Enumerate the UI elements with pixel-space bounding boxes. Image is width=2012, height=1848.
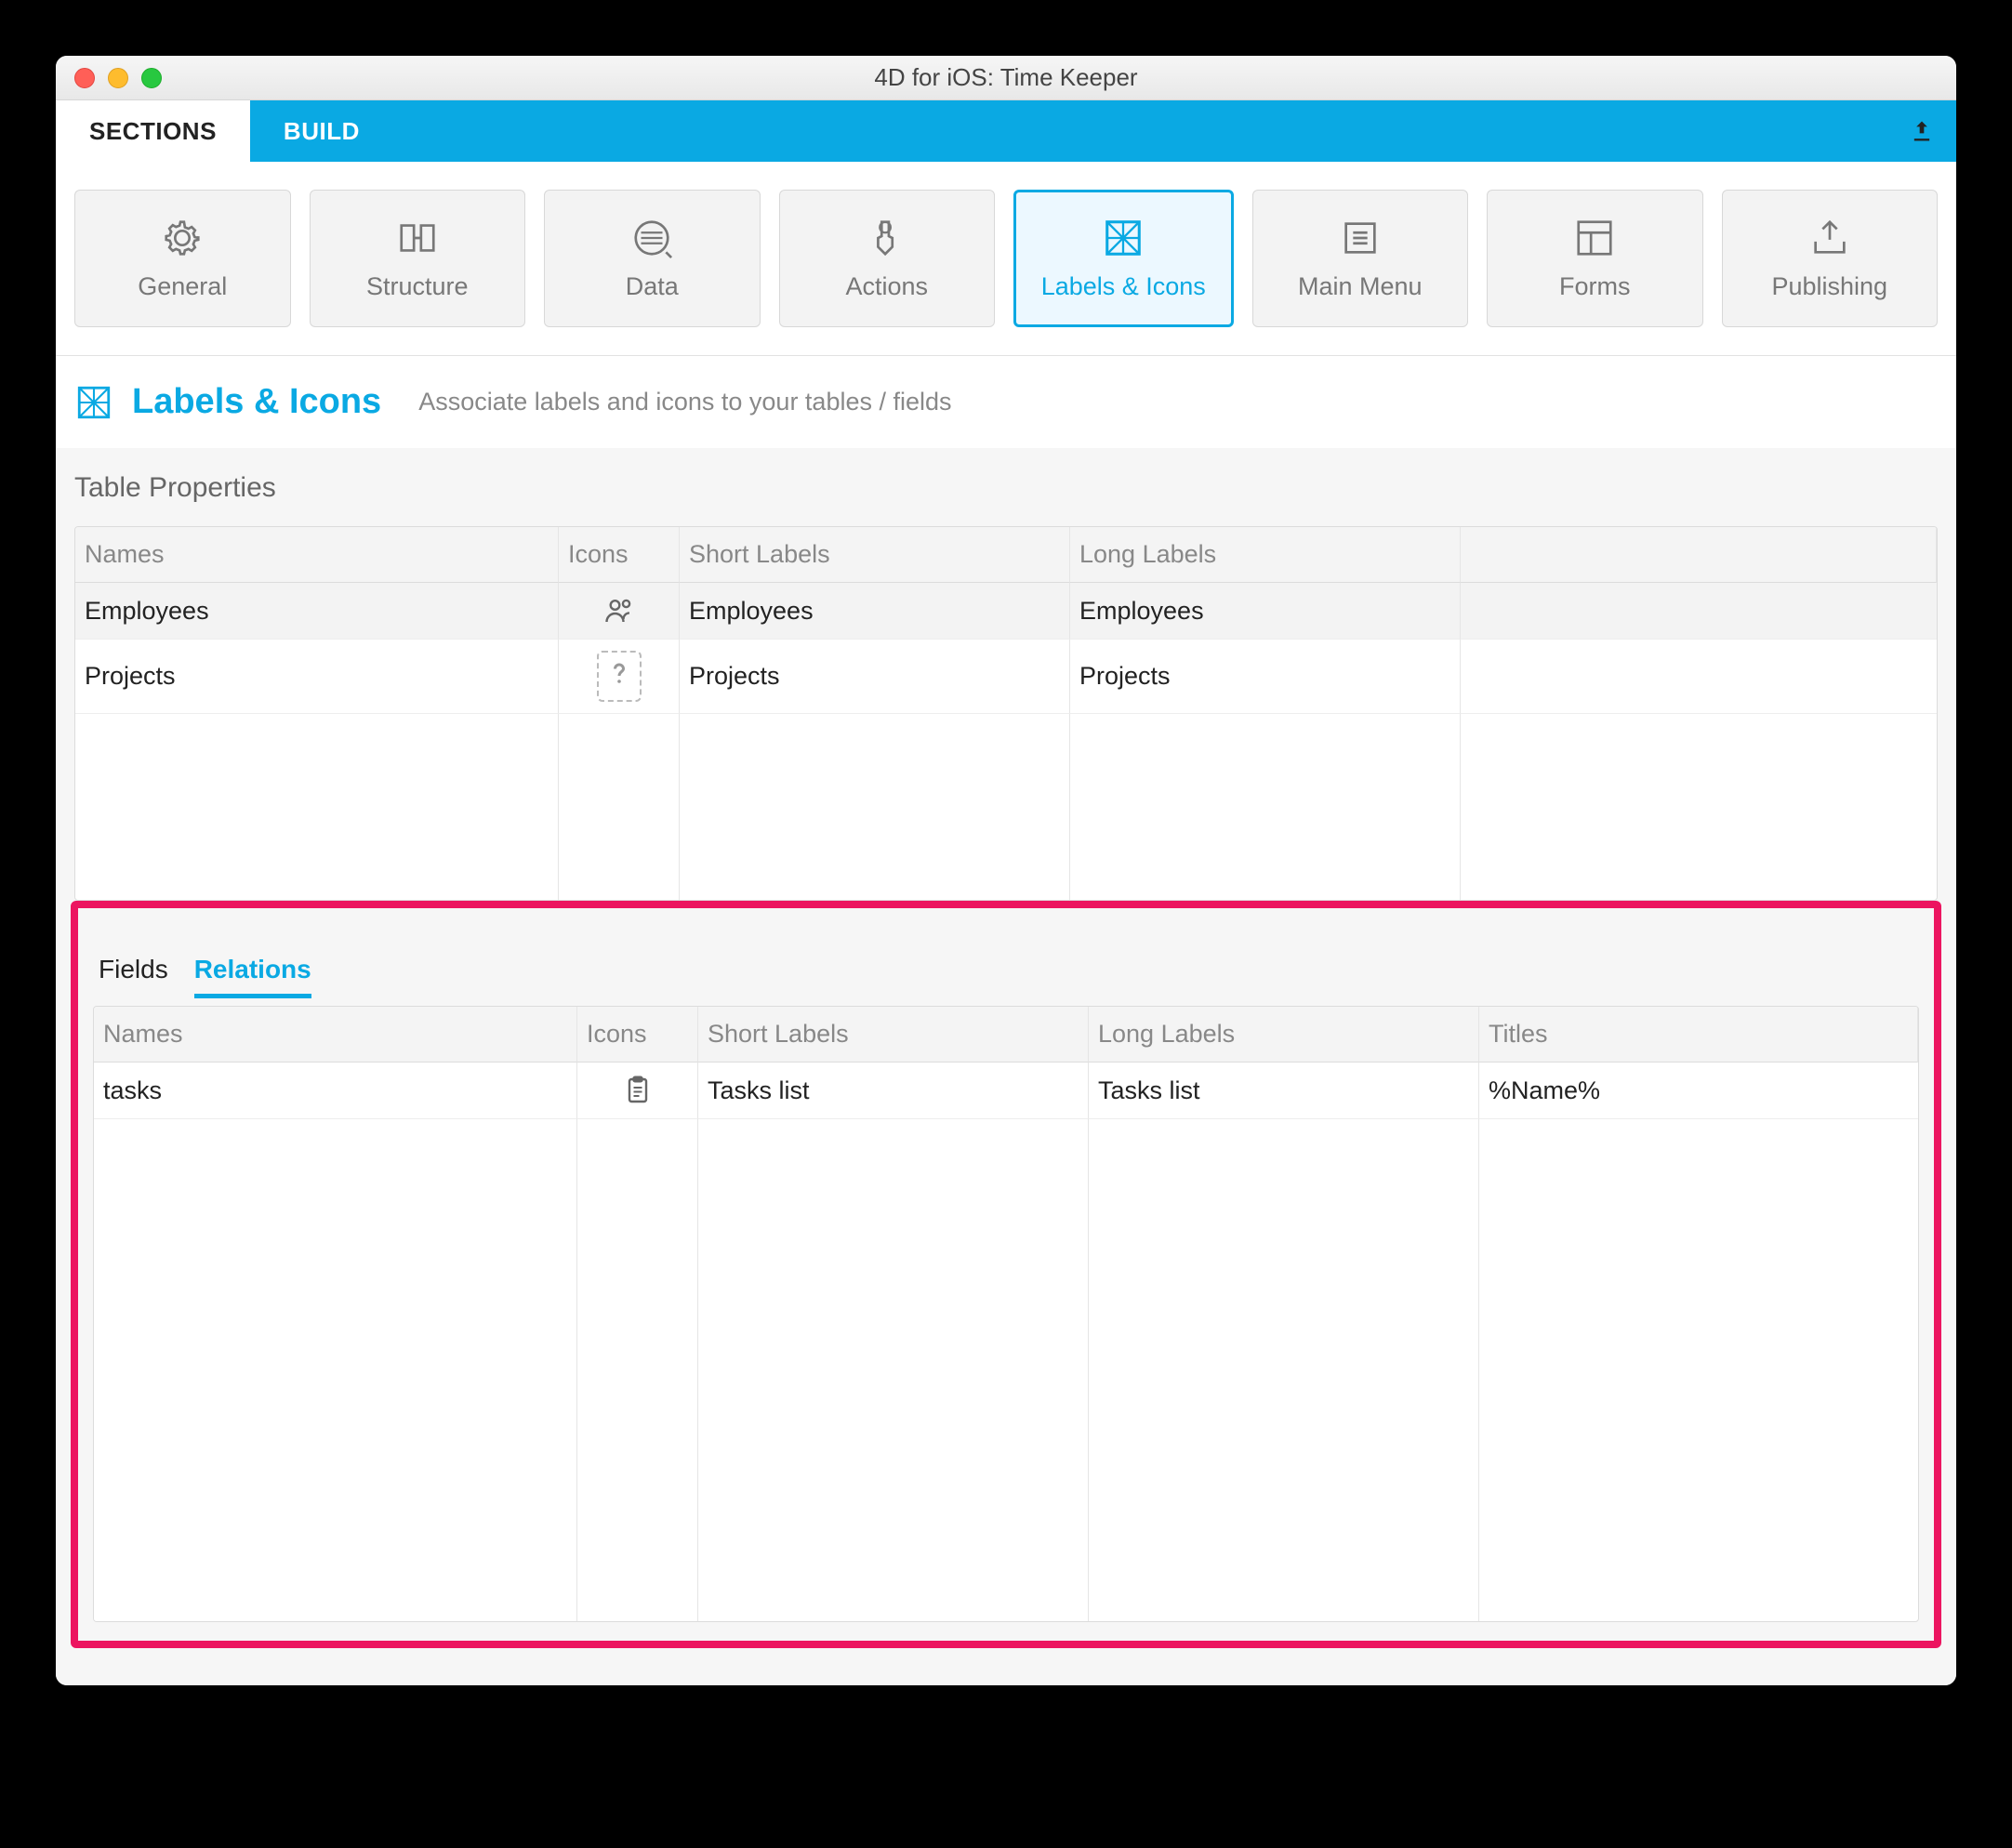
- structure-icon: [396, 217, 439, 259]
- relations-highlight: Fields Relations Names Icons Short Label…: [71, 901, 1941, 1648]
- table-row-short[interactable]: Projects: [680, 640, 1070, 714]
- col-names: Names: [75, 527, 559, 583]
- col-long: Long Labels: [1089, 1007, 1479, 1063]
- col-icons: Icons: [577, 1007, 698, 1063]
- labels-icons-icon: [74, 383, 113, 422]
- nav-label: Main Menu: [1298, 272, 1423, 301]
- main-menu-icon: [1339, 217, 1382, 259]
- section-nav: General Structure Data Actions Labels & …: [56, 162, 1956, 355]
- upload-button[interactable]: [1899, 100, 1945, 162]
- empty-cell: [1479, 1119, 1918, 1621]
- nav-label: Labels & Icons: [1041, 272, 1206, 301]
- gear-icon: [161, 217, 204, 259]
- titlebar: 4D for iOS: Time Keeper: [56, 56, 1956, 100]
- tab-sections[interactable]: SECTIONS: [56, 100, 250, 162]
- nav-label: Forms: [1559, 272, 1631, 301]
- close-button[interactable]: [74, 68, 95, 88]
- window-title: 4D for iOS: Time Keeper: [56, 63, 1956, 92]
- empty-cell: [559, 714, 680, 900]
- empty-cell: [75, 714, 559, 900]
- primary-tabbar: SECTIONS BUILD: [56, 100, 1956, 162]
- field-tabs: Fields Relations: [99, 955, 1919, 998]
- actions-icon: [866, 217, 908, 259]
- minimize-button[interactable]: [108, 68, 128, 88]
- section-title: Labels & Icons: [132, 382, 381, 422]
- nav-main-menu[interactable]: Main Menu: [1252, 190, 1469, 327]
- table-row-long[interactable]: Projects: [1070, 640, 1461, 714]
- nav-label: General: [138, 272, 227, 301]
- forms-icon: [1573, 217, 1616, 259]
- col-short: Short Labels: [698, 1007, 1089, 1063]
- relation-row-title[interactable]: %Name%: [1479, 1063, 1918, 1119]
- empty-cell: [94, 1119, 577, 1621]
- table-row-extra: [1461, 583, 1937, 640]
- nav-structure[interactable]: Structure: [310, 190, 526, 327]
- table-row-icon[interactable]: [559, 640, 680, 714]
- table-row-name[interactable]: Employees: [75, 583, 559, 640]
- nav-data[interactable]: Data: [544, 190, 761, 327]
- col-names: Names: [94, 1007, 577, 1063]
- app-window: 4D for iOS: Time Keeper SECTIONS BUILD G…: [56, 56, 1956, 1685]
- zoom-button[interactable]: [141, 68, 162, 88]
- nav-labels-icons[interactable]: Labels & Icons: [1013, 190, 1234, 327]
- publishing-icon: [1808, 217, 1851, 259]
- tab-fields[interactable]: Fields: [99, 955, 168, 998]
- empty-cell: [1461, 714, 1937, 900]
- labels-icons-icon: [1102, 217, 1145, 259]
- col-short: Short Labels: [680, 527, 1070, 583]
- nav-publishing[interactable]: Publishing: [1722, 190, 1939, 327]
- table-row-icon[interactable]: [559, 583, 680, 640]
- section-header: Labels & Icons Associate labels and icon…: [56, 356, 1956, 448]
- table-row-name[interactable]: Projects: [75, 640, 559, 714]
- nav-label: Structure: [366, 272, 469, 301]
- empty-cell: [698, 1119, 1089, 1621]
- relation-row-long[interactable]: Tasks list: [1089, 1063, 1479, 1119]
- col-blank: [1461, 527, 1937, 583]
- nav-label: Data: [626, 272, 679, 301]
- section-subtitle: Associate labels and icons to your table…: [418, 388, 951, 416]
- nav-label: Actions: [845, 272, 928, 301]
- empty-cell: [1089, 1119, 1479, 1621]
- table-properties-grid: Names Icons Short Labels Long Labels Emp…: [74, 526, 1938, 901]
- relation-row-short[interactable]: Tasks list: [698, 1063, 1089, 1119]
- empty-cell: [680, 714, 1070, 900]
- relation-row-icon[interactable]: [577, 1063, 698, 1119]
- col-icons: Icons: [559, 527, 680, 583]
- empty-cell: [1070, 714, 1461, 900]
- col-long: Long Labels: [1070, 527, 1461, 583]
- people-icon: [602, 594, 636, 627]
- relation-row-name[interactable]: tasks: [94, 1063, 577, 1119]
- col-titles: Titles: [1479, 1007, 1918, 1063]
- clipboard-icon: [621, 1074, 655, 1107]
- nav-actions[interactable]: Actions: [779, 190, 996, 327]
- table-row-long[interactable]: Employees: [1070, 583, 1461, 640]
- table-row-extra: [1461, 640, 1937, 714]
- tab-build[interactable]: BUILD: [250, 100, 393, 162]
- relations-grid: Names Icons Short Labels Long Labels Tit…: [93, 1006, 1919, 1622]
- data-icon: [630, 217, 673, 259]
- window-controls: [56, 68, 162, 88]
- nav-forms[interactable]: Forms: [1487, 190, 1703, 327]
- panel-body: Table Properties Names Icons Short Label…: [56, 448, 1956, 1685]
- nav-general[interactable]: General: [74, 190, 291, 327]
- empty-cell: [577, 1119, 698, 1621]
- upload-icon: [1909, 118, 1935, 144]
- table-properties-title: Table Properties: [74, 472, 1938, 504]
- nav-label: Publishing: [1771, 272, 1887, 301]
- table-row-short[interactable]: Employees: [680, 583, 1070, 640]
- tab-relations[interactable]: Relations: [194, 955, 311, 998]
- question-icon: [597, 651, 642, 702]
